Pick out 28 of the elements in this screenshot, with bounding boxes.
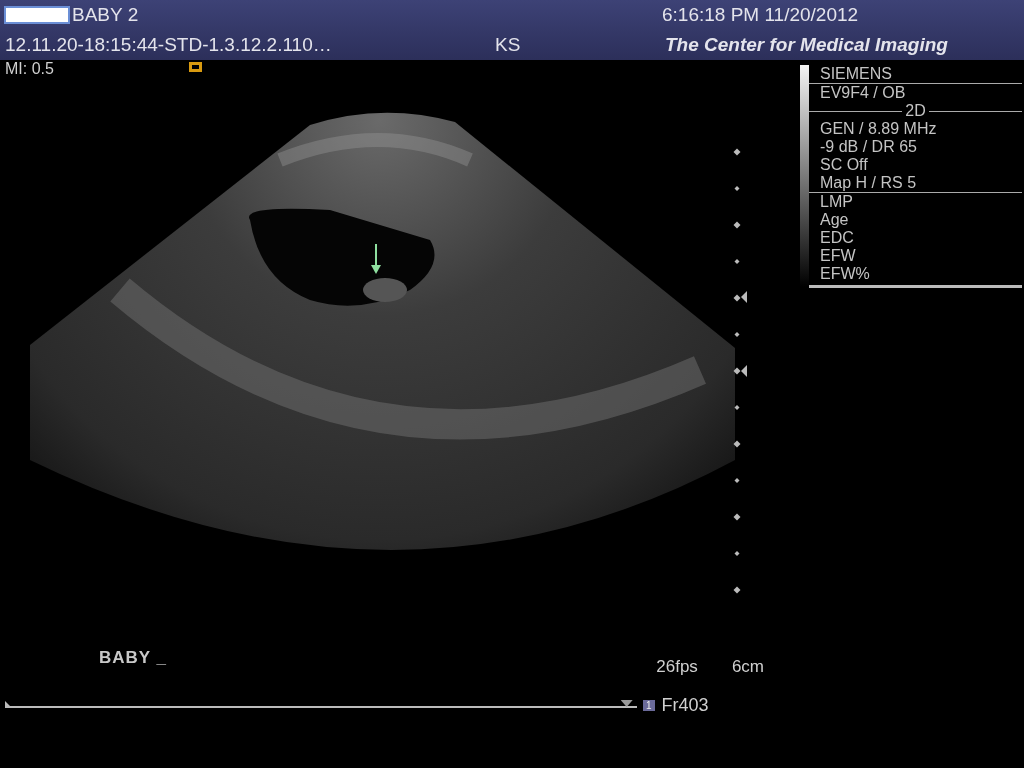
ob-field-label: EFW — [819, 247, 857, 265]
imaging-mode: 2D — [904, 102, 927, 120]
study-id: 12.11.20-18:15:44-STD-1.3.12.2.110… — [4, 34, 333, 56]
marker-icon — [188, 62, 202, 72]
ob-field-label: EFW% — [819, 265, 871, 283]
clip-badge: 1 — [643, 699, 655, 711]
ob-field-label: LMP — [809, 192, 1022, 211]
depth-value: 6cm — [731, 657, 764, 677]
setting-text: Map H / RS 5 — [819, 174, 918, 192]
redacted-field — [4, 6, 70, 24]
operator-initials: KS — [495, 34, 522, 56]
cine-slider[interactable] — [5, 700, 637, 710]
slider-thumb[interactable] — [620, 700, 633, 707]
ob-field-label: EDC — [819, 229, 855, 247]
patient-name: BABY 2 — [72, 4, 140, 26]
manufacturer-label: SIEMENS — [819, 65, 893, 83]
setting-text: GEN / 8.89 MHz — [819, 120, 938, 138]
arrow-icon — [371, 243, 381, 274]
setting-text: SC Off — [819, 156, 869, 174]
ob-field-label: Age — [819, 211, 850, 229]
transducer-label: EV9F4 / OB — [809, 83, 1022, 102]
mechanical-index: MI: 0.5 — [5, 60, 54, 78]
setting-text: -9 dB / DR 65 — [819, 138, 918, 156]
frame-rate: 26fps — [656, 657, 698, 677]
institution-name: The Center for Medical Imaging — [665, 34, 948, 56]
frame-number: Fr403 — [661, 694, 709, 716]
date-time: 6:16:18 PM 11/20/2012 — [662, 4, 859, 26]
annotation-text: BABY _ — [99, 648, 168, 668]
